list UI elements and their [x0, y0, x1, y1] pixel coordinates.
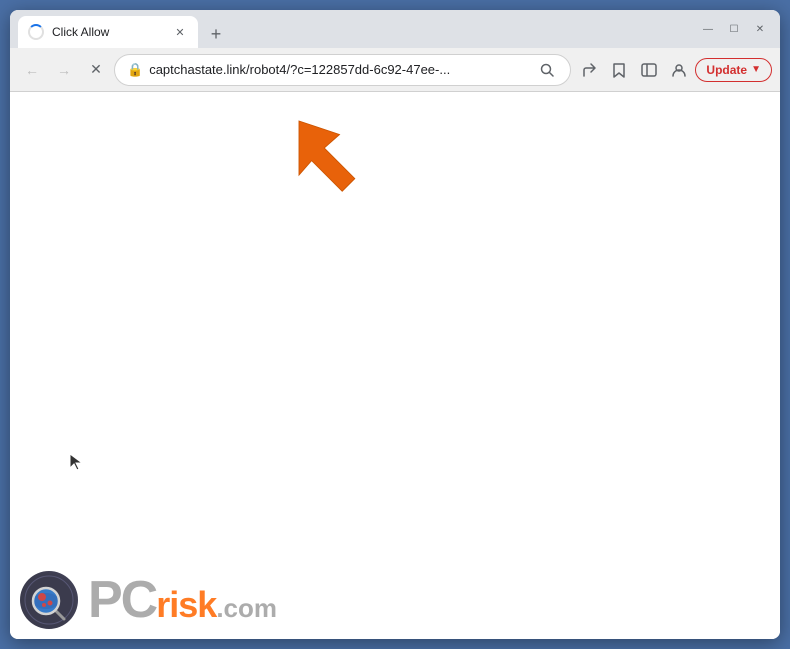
- lock-icon: 🔒: [127, 62, 143, 78]
- toolbar: ← → ✕ 🔒 captchastate.link/robot4/?c=1228…: [10, 48, 780, 92]
- watermark-text-group: PC risk .com: [88, 574, 277, 626]
- tab-area: Click Allow ✕ +: [18, 10, 688, 48]
- update-menu-icon: ▼: [751, 64, 761, 75]
- profile-icon[interactable]: [665, 56, 693, 84]
- maximize-button[interactable]: ☐: [722, 17, 746, 41]
- sidebar-icon[interactable]: [635, 56, 663, 84]
- minimize-button[interactable]: —: [696, 17, 720, 41]
- update-button[interactable]: Update ▼: [695, 58, 772, 82]
- toolbar-actions: Update ▼: [575, 56, 772, 84]
- pc-text: PC: [88, 574, 156, 626]
- reload-button[interactable]: ✕: [82, 56, 110, 84]
- tab-close-button[interactable]: ✕: [172, 24, 188, 40]
- browser-window: Click Allow ✕ + — ☐ ✕ ← → ✕ 🔒 captchasta…: [10, 10, 780, 639]
- risk-text: risk: [156, 587, 216, 623]
- active-tab[interactable]: Click Allow ✕: [18, 16, 198, 48]
- url-text: captchastate.link/robot4/?c=122857dd-6c9…: [149, 62, 530, 77]
- title-bar: Click Allow ✕ + — ☐ ✕: [10, 10, 780, 48]
- close-button[interactable]: ✕: [748, 17, 772, 41]
- share-icon[interactable]: [575, 56, 603, 84]
- dotcom-text: .com: [216, 595, 277, 621]
- cursor: [68, 452, 84, 477]
- search-icon[interactable]: [536, 59, 558, 81]
- address-bar[interactable]: 🔒 captchastate.link/robot4/?c=122857dd-6…: [114, 54, 571, 86]
- tab-title: Click Allow: [52, 25, 164, 39]
- new-tab-button[interactable]: +: [202, 20, 230, 48]
- update-label: Update: [706, 63, 747, 77]
- bookmark-icon[interactable]: [605, 56, 633, 84]
- tab-loading-spinner: [28, 24, 44, 40]
- forward-button[interactable]: →: [50, 56, 78, 84]
- page-content: PC risk .com: [10, 92, 780, 639]
- watermark: PC risk .com: [20, 571, 277, 629]
- back-button[interactable]: ←: [18, 56, 46, 84]
- pcrisk-logo: [20, 571, 78, 629]
- window-controls: — ☐ ✕: [696, 17, 772, 41]
